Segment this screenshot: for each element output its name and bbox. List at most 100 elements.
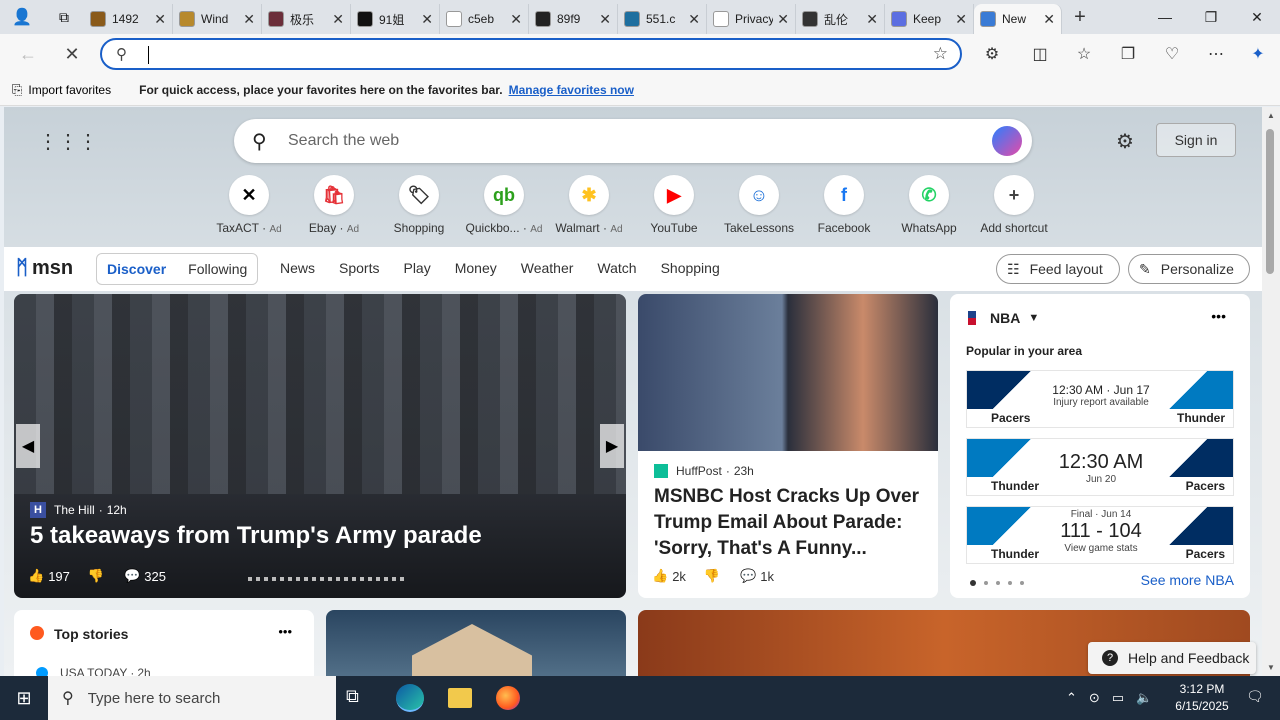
task-view-icon[interactable]: ⧉: [346, 686, 359, 707]
browser-tab[interactable]: Privacy e✕: [707, 4, 796, 34]
extensions-icon[interactable]: ⚙: [980, 42, 1004, 66]
close-tab-icon[interactable]: ✕: [955, 11, 967, 28]
split-screen-icon[interactable]: ◫: [1028, 42, 1052, 66]
hero-story-card[interactable]: ◀ ▶ H The Hill · 12h 5 takeaways from Trum…: [14, 294, 626, 598]
comment-icon[interactable]: 💬: [124, 568, 140, 584]
nav-link[interactable]: Money: [455, 260, 497, 276]
new-tab-button[interactable]: +: [1062, 0, 1098, 34]
page-scrollbar[interactable]: ▲ ▼: [1262, 107, 1280, 676]
favorite-star-icon[interactable]: ☆: [933, 44, 948, 64]
carousel-dots[interactable]: [248, 577, 408, 581]
like-icon[interactable]: 👍: [652, 568, 668, 584]
volume-icon[interactable]: 🔈: [1136, 690, 1152, 706]
browser-tab[interactable]: c5eb ✕: [440, 4, 529, 34]
nba-game-row[interactable]: Thunder Pacers 12:30 AM Jun 20: [966, 438, 1234, 496]
taskbar-search-box[interactable]: ⚲ Type here to search: [48, 676, 336, 720]
nba-game-row[interactable]: Thunder Pacers Final · Jun 14 111 - 104 …: [966, 506, 1234, 564]
shortcut-tile[interactable]: ▶ YouTube: [632, 175, 716, 235]
browser-tab[interactable]: 1492 ✕: [84, 4, 173, 34]
stop-loading-icon[interactable]: ✕: [58, 40, 86, 68]
manage-favorites-link[interactable]: Manage favorites now: [509, 83, 634, 97]
browser-tab[interactable]: 乱伦 ✕: [796, 4, 885, 34]
edge-taskbar-icon[interactable]: [396, 684, 424, 712]
shortcut-tile[interactable]: + Add shortcut: [972, 175, 1056, 235]
shortcut-tile[interactable]: ✆ WhatsApp: [887, 175, 971, 235]
collections-icon[interactable]: ❐: [1116, 42, 1140, 66]
browser-essentials-icon[interactable]: ♡: [1160, 42, 1184, 66]
browser-tab[interactable]: 91姐 ✕: [351, 4, 440, 34]
favorites-icon[interactable]: ☆: [1072, 42, 1096, 66]
close-tab-icon[interactable]: ✕: [154, 11, 166, 28]
nav-link[interactable]: Shopping: [661, 260, 720, 276]
import-favorites-button[interactable]: Import favorites: [28, 83, 111, 97]
comment-icon[interactable]: 💬: [740, 568, 756, 584]
network-icon[interactable]: ⊙: [1089, 690, 1100, 706]
carousel-prev-button[interactable]: ◀: [16, 424, 40, 468]
close-tab-icon[interactable]: ✕: [866, 11, 878, 28]
copilot-icon[interactable]: ✦: [1246, 42, 1270, 66]
help-feedback-button[interactable]: ? Help and Feedback: [1088, 642, 1256, 674]
like-icon[interactable]: 👍: [28, 568, 44, 584]
shortcut-tile[interactable]: 🏷 Shopping: [377, 175, 461, 235]
wifi-icon[interactable]: ▭: [1112, 690, 1124, 706]
browser-tab[interactable]: New ✕: [974, 4, 1062, 34]
file-explorer-icon[interactable]: [448, 688, 472, 708]
close-tab-icon[interactable]: ✕: [1043, 11, 1055, 28]
close-tab-icon[interactable]: ✕: [688, 11, 700, 28]
see-more-nba-link[interactable]: See more NBA: [1141, 572, 1234, 588]
story2-headline[interactable]: MSNBC Host Cracks Up Over Trump Email Ab…: [654, 484, 926, 562]
tab-discover[interactable]: Discover: [107, 261, 166, 277]
more-options-icon[interactable]: •••: [278, 624, 292, 639]
personalize-button[interactable]: ✎ Personalize: [1128, 254, 1250, 284]
shortcut-tile[interactable]: ✱ Walmart · Ad: [547, 175, 631, 235]
browser-tab[interactable]: Wind ✕: [173, 4, 262, 34]
tab-following[interactable]: Following: [188, 261, 247, 277]
nav-link[interactable]: Sports: [339, 260, 379, 276]
shortcut-tile[interactable]: ☺ TakeLessons: [717, 175, 801, 235]
browser-tab[interactable]: Keep ✕: [885, 4, 974, 34]
nba-game-row[interactable]: Pacers Thunder 12:30 AM · Jun 17 Injury …: [966, 370, 1234, 428]
back-icon[interactable]: ←: [14, 40, 42, 68]
carousel-next-button[interactable]: ▶: [600, 424, 624, 468]
close-tab-icon[interactable]: ✕: [332, 11, 344, 28]
firefox-icon[interactable]: [496, 686, 520, 710]
scroll-down-icon[interactable]: ▼: [1267, 663, 1275, 672]
browser-tab[interactable]: 极乐 ✕: [262, 4, 351, 34]
page-settings-icon[interactable]: ⚙: [1116, 129, 1134, 154]
settings-more-icon[interactable]: ⋯: [1204, 42, 1228, 66]
browser-tab[interactable]: 89f9 ✕: [529, 4, 618, 34]
browser-tab[interactable]: 551.c ✕: [618, 4, 707, 34]
address-bar[interactable]: ⚲ ☆: [100, 38, 962, 70]
web-search-box[interactable]: ⚲ Search the web: [234, 119, 1032, 163]
shortcut-tile[interactable]: f Facebook: [802, 175, 886, 235]
copilot-search-icon[interactable]: [992, 126, 1022, 156]
more-options-icon[interactable]: •••: [1211, 308, 1226, 324]
close-tab-icon[interactable]: ✕: [510, 11, 522, 28]
huffpost-story-card[interactable]: HuffPost · 23h MSNBC Host Cracks Up Over T…: [638, 294, 938, 598]
nav-link[interactable]: Weather: [521, 260, 574, 276]
dislike-icon[interactable]: 👎: [88, 568, 104, 584]
nav-link[interactable]: Watch: [597, 260, 636, 276]
scroll-up-icon[interactable]: ▲: [1267, 111, 1275, 120]
close-window-button[interactable]: ✕: [1234, 0, 1280, 34]
shortcut-tile[interactable]: 🛍 Ebay · Ad: [292, 175, 376, 235]
house-story-card[interactable]: [326, 610, 626, 676]
minimize-button[interactable]: —: [1142, 0, 1188, 34]
close-tab-icon[interactable]: ✕: [777, 11, 789, 28]
chevron-up-icon[interactable]: ⌃: [1066, 690, 1077, 706]
nba-pagination[interactable]: [970, 580, 1024, 586]
scrollbar-thumb[interactable]: [1266, 129, 1274, 274]
dislike-icon[interactable]: 👎: [704, 568, 720, 584]
hero-headline[interactable]: 5 takeaways from Trump's Army parade: [30, 522, 482, 550]
nba-title[interactable]: NBA: [990, 310, 1020, 326]
close-tab-icon[interactable]: ✕: [243, 11, 255, 28]
sign-in-button[interactable]: Sign in: [1156, 123, 1236, 157]
restore-button[interactable]: ❐: [1188, 0, 1234, 34]
chevron-down-icon[interactable]: ▼: [1028, 312, 1039, 324]
close-tab-icon[interactable]: ✕: [421, 11, 433, 28]
nav-link[interactable]: News: [280, 260, 315, 276]
notification-icon[interactable]: 🗨: [1246, 688, 1264, 705]
apps-grid-icon[interactable]: ⋮⋮⋮: [38, 129, 98, 154]
profile-icon[interactable]: 👤: [0, 0, 44, 34]
nav-link[interactable]: Play: [403, 260, 430, 276]
